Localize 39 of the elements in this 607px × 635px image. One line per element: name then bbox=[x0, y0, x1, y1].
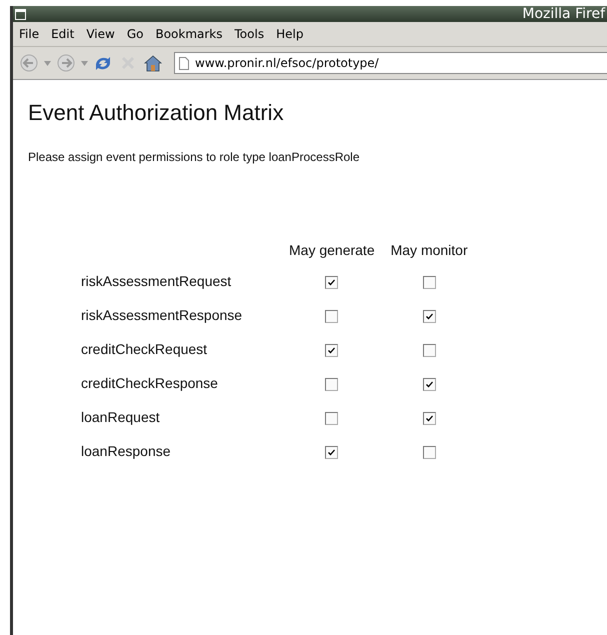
checkbox[interactable] bbox=[325, 412, 338, 425]
menu-item[interactable]: Tools bbox=[234, 27, 264, 41]
event-name: riskAssessmentResponse bbox=[80, 306, 244, 325]
checkbox[interactable] bbox=[422, 446, 436, 459]
checkbox[interactable] bbox=[325, 310, 338, 323]
menu-item[interactable]: Help bbox=[276, 27, 304, 41]
checkmark-icon bbox=[327, 346, 336, 355]
checkmark-icon bbox=[424, 380, 434, 389]
instruction-text: Please assign event permissions to role type loanProcessRole bbox=[28, 150, 361, 164]
checkbox[interactable] bbox=[325, 378, 338, 391]
checkbox[interactable] bbox=[422, 310, 436, 323]
checkbox[interactable] bbox=[325, 344, 338, 357]
menu-item[interactable]: Go bbox=[126, 27, 144, 41]
event-name: riskAssessmentRequest bbox=[80, 272, 232, 291]
menu-item[interactable]: Edit bbox=[51, 27, 74, 41]
page-icon bbox=[179, 56, 189, 70]
checkmark-icon bbox=[424, 414, 434, 423]
menu-item[interactable]: Bookmarks bbox=[155, 27, 223, 41]
checkmark-icon bbox=[327, 448, 336, 457]
checkbox[interactable] bbox=[422, 378, 436, 391]
menu-item[interactable]: View bbox=[86, 27, 115, 41]
checkbox[interactable] bbox=[325, 276, 338, 289]
event-name: creditCheckRequest bbox=[80, 340, 208, 359]
menu-item[interactable]: File bbox=[19, 27, 40, 41]
checkbox[interactable] bbox=[325, 446, 338, 459]
event-name: loanRequest bbox=[80, 408, 161, 427]
home-icon[interactable] bbox=[143, 53, 163, 73]
column-header: May generate bbox=[288, 242, 376, 260]
column-header: May monitor bbox=[390, 242, 469, 260]
checkmark-icon bbox=[424, 312, 434, 321]
checkbox[interactable] bbox=[422, 276, 436, 289]
event-name: creditCheckResponse bbox=[80, 374, 219, 393]
address-field[interactable]: www.pronir.nl/efsoc/prototype/ bbox=[174, 52, 607, 74]
window-title: Mozilla Firef bbox=[522, 6, 605, 22]
page-heading: Event Authorization Matrix bbox=[28, 100, 285, 126]
event-name: loanResponse bbox=[80, 442, 172, 461]
checkmark-icon bbox=[327, 278, 336, 287]
checkbox[interactable] bbox=[422, 344, 436, 357]
checkbox[interactable] bbox=[422, 412, 436, 425]
